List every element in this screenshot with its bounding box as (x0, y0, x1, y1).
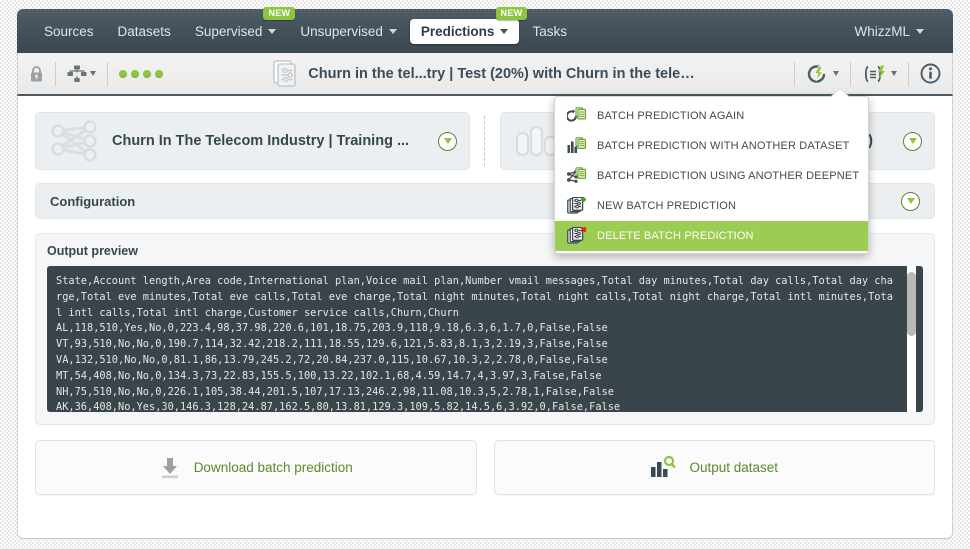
resource-title-group: Churn in the tel...try | Test (20%) with… (174, 59, 794, 88)
configuration-expand-button[interactable] (901, 191, 920, 211)
chevron-down-icon (500, 28, 509, 34)
chevron-down-icon (388, 28, 397, 34)
cards-divider (484, 116, 486, 166)
batch-prediction-actions-menu: BATCH PREDICTION AGAIN BATCH PREDICTION … (554, 96, 869, 254)
batch-prediction-icon (273, 59, 297, 87)
resource-title: Churn in the tel...try | Test (20%) with… (308, 65, 695, 82)
deepnet-resource-card[interactable]: Churn In The Telecom Industry | Training… (35, 112, 470, 170)
nav-item-predictions[interactable]: Predictions NEW (409, 6, 528, 44)
chevron-down-icon (90, 71, 96, 76)
sitemap-icon (67, 65, 87, 82)
output-preview-box[interactable]: State,Account length,Area code,Internati… (47, 266, 923, 412)
menu-item-label: BATCH PREDICTION WITH ANOTHER DATASET (597, 140, 850, 152)
delete-batch-prediction-icon (567, 226, 587, 246)
actions-row: Download batch prediction Output dataset (35, 440, 935, 495)
nav-item-label: Tasks (532, 23, 567, 39)
deepnet-batch-prediction-icon (567, 166, 587, 186)
menu-item-label: BATCH PREDICTION USING ANOTHER DEEPNET (597, 170, 860, 182)
deepnet-card-title: Churn In The Telecom Industry | Training… (112, 133, 410, 149)
status-indicator (108, 53, 174, 94)
deepnet-card-expand-button[interactable] (438, 131, 457, 151)
info-icon (920, 63, 941, 84)
dropdown-arrow (831, 89, 849, 97)
menu-item-label: NEW BATCH PREDICTION (597, 200, 737, 212)
output-preview-text: State,Account length,Area code,Internati… (56, 275, 893, 412)
nav-item-label: Datasets (117, 23, 171, 39)
batch-prediction-actions-icon (807, 64, 826, 83)
info-button[interactable] (909, 53, 952, 94)
nav-item-supervised[interactable]: Supervised NEW (184, 6, 296, 44)
nav-item-datasets[interactable]: Datasets (107, 19, 182, 44)
menu-item-batch-prediction-with-another-dataset[interactable]: BATCH PREDICTION WITH ANOTHER DATASET (555, 131, 868, 161)
output-dataset-button[interactable]: Output dataset (493, 440, 935, 495)
script-actions-button[interactable] (851, 53, 908, 94)
lock-button[interactable] (18, 53, 55, 94)
status-dots (119, 69, 163, 78)
new-batch-prediction-icon (567, 196, 587, 216)
menu-item-batch-prediction-again[interactable]: BATCH PREDICTION AGAIN (555, 101, 868, 131)
sitemap-button[interactable] (56, 53, 107, 94)
nav-item-label: WhizzML (854, 23, 910, 39)
download-icon (161, 457, 178, 478)
chevron-down-icon (916, 28, 924, 34)
nav-item-label: Unsupervised (300, 23, 383, 39)
menu-item-label: DELETE BATCH PREDICTION (597, 230, 754, 242)
batch-prediction-actions-button[interactable] (795, 53, 850, 94)
nav-item-label: Supervised (194, 23, 263, 39)
menu-item-label: BATCH PREDICTION AGAIN (597, 110, 745, 122)
new-badge: NEW (263, 6, 296, 20)
output-dataset-label: Output dataset (689, 460, 779, 475)
status-dot (131, 69, 139, 78)
download-batch-prediction-label: Download batch prediction (193, 460, 353, 475)
nav-item-label: Sources (44, 23, 94, 39)
chevron-down-icon (268, 28, 277, 34)
chevron-down-icon (833, 71, 839, 76)
dataset-card-expand-button[interactable] (903, 131, 922, 151)
nav-item-unsupervised[interactable]: Unsupervised (289, 19, 408, 44)
nav-item-sources[interactable]: Sources (33, 19, 105, 44)
status-dot (119, 69, 127, 78)
menu-item-delete-batch-prediction[interactable]: DELETE BATCH PREDICTION (555, 221, 868, 251)
new-badge: NEW (495, 6, 528, 20)
top-navigation-bar: Sources Datasets Supervised NEW Unsuperv… (17, 6, 953, 53)
lock-icon (31, 65, 42, 81)
output-preview-panel: Output preview State,Account length,Area… (35, 233, 935, 425)
nav-item-label: Predictions (420, 23, 495, 39)
status-dot (155, 69, 163, 78)
nav-item-tasks[interactable]: Tasks (521, 19, 578, 44)
script-actions-icon (865, 65, 885, 82)
menu-item-new-batch-prediction[interactable]: NEW BATCH PREDICTION (555, 191, 868, 221)
deepnet-icon (51, 120, 97, 162)
resource-toolbar: Churn in the tel...try | Test (20%) with… (17, 53, 953, 96)
nav-item-whizzml[interactable]: WhizzML (843, 19, 935, 44)
chevron-down-icon (891, 71, 897, 76)
preview-scrollbar-thumb[interactable] (907, 272, 916, 336)
refresh-batch-prediction-icon (567, 106, 587, 126)
nav-items: Sources Datasets Supervised NEW Unsuperv… (33, 6, 580, 53)
download-batch-prediction-button[interactable]: Download batch prediction (35, 440, 477, 495)
nav-right-group: WhizzML (843, 19, 937, 44)
menu-item-batch-prediction-using-another-deepnet[interactable]: BATCH PREDICTION USING ANOTHER DEEPNET (555, 161, 868, 191)
status-dot (143, 69, 151, 78)
dataset-batch-prediction-icon (567, 136, 587, 156)
app-window: Sources Datasets Supervised NEW Unsuperv… (17, 6, 953, 541)
dataset-search-icon (651, 455, 677, 477)
